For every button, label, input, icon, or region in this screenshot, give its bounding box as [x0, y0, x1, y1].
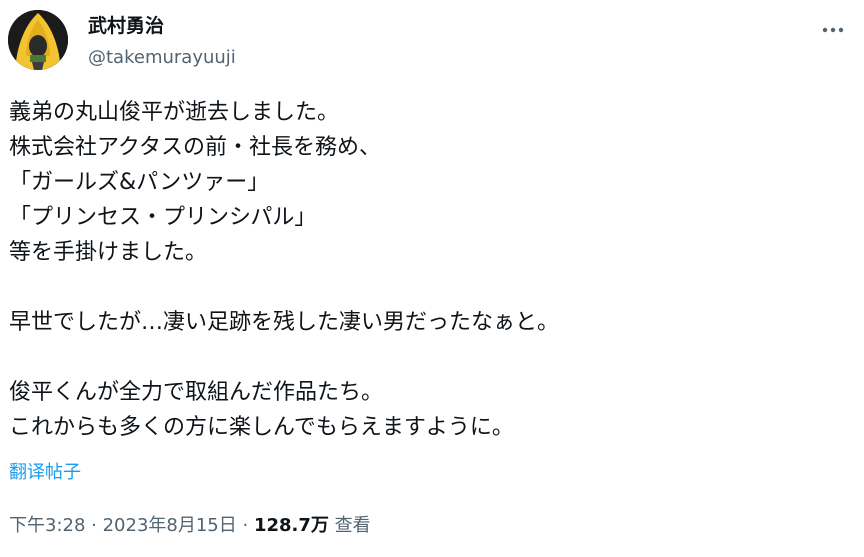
more-horizontal-icon [822, 27, 844, 33]
author-handle[interactable]: @takemurayuuji [88, 46, 236, 70]
tweet-line: 俊平くんが全力で取組んだ作品たち。 [9, 380, 384, 405]
tweet-line: これからも多くの方に楽しんでもらえますように。 [9, 415, 514, 440]
tweet-line: 等を手掛けました。 [9, 240, 208, 265]
tweet-text: 義弟の丸山俊平が逝去しました。 株式会社アクタスの前・社長を務め、 「ガールズ&… [9, 95, 844, 445]
tweet-line: 「ガールズ&パンツァー」 [9, 170, 270, 195]
hooded-figure-avatar-icon [8, 10, 68, 70]
tweet-line: 株式会社アクタスの前・社長を務め、 [9, 135, 382, 160]
tweet-line: 早世でしたが…凄い足跡を残した凄い男だったなぁと。 [9, 310, 560, 335]
views-count[interactable]: 128.7万 [254, 515, 329, 536]
more-options-button[interactable] [816, 18, 850, 42]
author-display-name[interactable]: 武村勇治 [88, 14, 164, 38]
meta-separator: · [85, 515, 103, 536]
meta-separator: · [236, 515, 254, 536]
tweet-line: 「プリンセス・プリンシパル」 [9, 205, 317, 230]
tweet-line: 義弟の丸山俊平が逝去しました。 [9, 100, 340, 125]
avatar[interactable] [8, 10, 68, 70]
tweet-time[interactable]: 下午3:28 [9, 515, 85, 536]
tweet-header: 武村勇治 @takemurayuuji [8, 8, 864, 72]
tweet-date[interactable]: 2023年8月15日 [103, 515, 237, 536]
translate-post-link[interactable]: 翻译帖子 [9, 461, 81, 485]
tweet-metadata: 下午3:28 · 2023年8月15日 · 128.7万 查看 [9, 513, 371, 539]
views-label: 查看 [328, 515, 371, 536]
